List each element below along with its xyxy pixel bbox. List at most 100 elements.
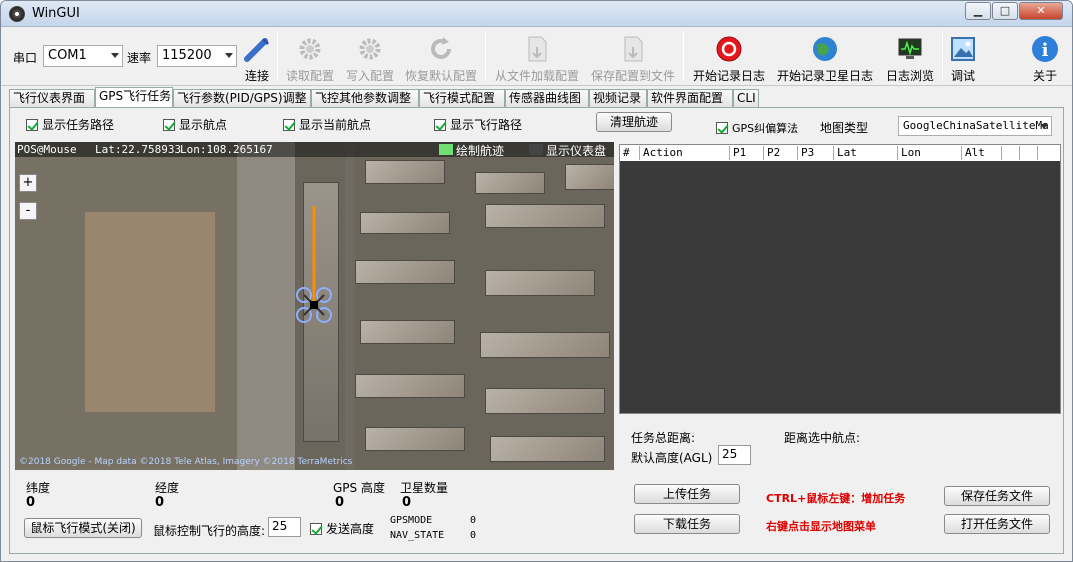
- total-distance-label: 任务总距离:: [631, 431, 696, 445]
- tab-other-params[interactable]: 飞控其他参数调整: [311, 89, 419, 107]
- send-alt-checkbox[interactable]: 发送高度: [310, 520, 374, 537]
- sat-count-value: 0: [402, 495, 412, 510]
- distance-to-wp-label: 距离选中航点:: [784, 431, 861, 445]
- show-mission-path-checkbox[interactable]: 显示任务路径: [26, 116, 114, 133]
- info-icon: i: [1032, 36, 1058, 62]
- port-value: COM1: [48, 48, 87, 63]
- baud-select[interactable]: 115200: [157, 45, 237, 67]
- position-bar: POS@Mouse Lat:22.758933 Lon:108.265167 绘…: [15, 142, 614, 159]
- checkbox-icon: [26, 119, 38, 131]
- show-current-wp-checkbox[interactable]: 显示当前航点: [283, 116, 371, 133]
- map-building: [360, 212, 450, 234]
- table-header: # Action P1 P2 P3 Lat Lon Alt: [620, 145, 1060, 161]
- default-alt-input[interactable]: 25: [718, 445, 751, 465]
- navstate-label: NAV_STATE: [390, 530, 445, 541]
- satellite-map[interactable]: POS@Mouse Lat:22.758933 Lon:108.265167 绘…: [15, 142, 614, 470]
- save-to-file-button[interactable]: 保存配置到文件: [587, 32, 679, 84]
- col-p2: P2: [764, 146, 798, 160]
- checkbox-icon: [163, 119, 175, 131]
- tab-gps-mission[interactable]: GPS飞行任务: [95, 87, 173, 108]
- baud-label: 速率: [127, 51, 152, 65]
- draw-track-label[interactable]: 绘制航迹: [456, 142, 504, 159]
- map-building: [365, 160, 445, 184]
- gear-icon: [359, 38, 381, 60]
- separator: [942, 31, 943, 81]
- start-log-button[interactable]: 开始记录日志: [689, 32, 769, 84]
- maximize-button[interactable]: □: [992, 2, 1018, 20]
- read-config-button[interactable]: 读取配置: [281, 32, 339, 84]
- draw-track-indicator[interactable]: [439, 144, 453, 155]
- gps-alt-value: 0: [335, 495, 345, 510]
- picture-icon: [951, 37, 975, 61]
- monitor-icon: [898, 38, 922, 59]
- show-instruments-label[interactable]: 显示仪表盘: [546, 142, 606, 159]
- map-building: [360, 320, 455, 344]
- separator: [683, 31, 684, 81]
- mouse-flight-mode-button[interactable]: 鼠标飞行模式(关闭): [24, 518, 142, 538]
- restore-default-button[interactable]: 恢复默认配置: [401, 32, 481, 84]
- port-label: 串口: [13, 51, 38, 65]
- upload-mission-button[interactable]: 上传任务: [634, 484, 740, 504]
- about-button[interactable]: i 关于: [1027, 32, 1063, 84]
- load-from-file-button[interactable]: 从文件加载配置: [491, 32, 583, 84]
- tab-ui-config[interactable]: 软件界面配置: [647, 89, 733, 107]
- navstate-value: 0: [470, 530, 477, 541]
- lat-label: 纬度: [26, 481, 51, 495]
- gps-mission-panel: 显示任务路径 显示航点 显示当前航点 显示飞行路径 清理航迹 GPS纠偏算法 地…: [9, 107, 1064, 554]
- mouse-alt-input[interactable]: 25: [268, 517, 301, 537]
- connect-button[interactable]: 连接: [239, 32, 275, 84]
- col-lon: Lon: [898, 146, 962, 160]
- main-window: WinGUI ▁ □ ✕ 串口 COM1 速率 115200 连接 读取配置 写…: [0, 0, 1073, 562]
- hint-map-menu: 右键点击显示地图菜单: [766, 520, 876, 533]
- map-building: [565, 164, 614, 190]
- col-index: #: [620, 146, 640, 160]
- debug-button[interactable]: 调试: [945, 32, 981, 84]
- tab-video-record[interactable]: 视频记录: [589, 89, 647, 107]
- map-building: [485, 204, 605, 228]
- log-browse-button[interactable]: 日志浏览: [881, 32, 939, 84]
- lat-value: 0: [26, 495, 36, 510]
- show-flight-path-checkbox[interactable]: 显示飞行路径: [434, 116, 522, 133]
- zoom-in-button[interactable]: +: [19, 174, 37, 192]
- show-instruments-indicator[interactable]: [529, 144, 543, 155]
- chevron-down-icon: [1040, 124, 1048, 129]
- save-mission-file-button[interactable]: 保存任务文件: [944, 486, 1050, 506]
- write-config-button[interactable]: 写入配置: [341, 32, 399, 84]
- map-building: [365, 427, 465, 451]
- checkbox-icon: [434, 119, 446, 131]
- map-bare-lot: [85, 212, 215, 412]
- open-mission-file-button[interactable]: 打开任务文件: [944, 514, 1050, 534]
- gps-correction-checkbox[interactable]: GPS纠偏算法: [716, 120, 798, 136]
- tab-pid-gps[interactable]: 飞行参数(PID/GPS)调整: [173, 89, 311, 107]
- checkbox-icon: [716, 122, 728, 134]
- show-waypoints-checkbox[interactable]: 显示航点: [163, 116, 227, 133]
- port-select[interactable]: COM1: [43, 45, 123, 67]
- baud-value: 115200: [162, 48, 212, 63]
- map-building: [475, 172, 545, 194]
- app-icon: [9, 6, 25, 22]
- title-bar: WinGUI ▁ □ ✕: [1, 1, 1072, 27]
- window-title: WinGUI: [32, 6, 80, 21]
- globe-icon: [813, 37, 837, 61]
- map-type-select[interactable]: GoogleChinaSatelliteMa: [898, 116, 1052, 136]
- close-button[interactable]: ✕: [1019, 2, 1063, 20]
- tab-sensor-graph[interactable]: 传感器曲线图: [505, 89, 589, 107]
- checkbox-icon: [283, 119, 295, 131]
- svg-text:i: i: [1042, 40, 1049, 61]
- sat-count-label: 卫星数量: [400, 481, 449, 495]
- download-mission-button[interactable]: 下载任务: [634, 514, 740, 534]
- map-road: [237, 142, 295, 470]
- tab-cli[interactable]: CLI: [733, 89, 759, 107]
- checkbox-icon: [310, 523, 322, 535]
- waypoint-table[interactable]: # Action P1 P2 P3 Lat Lon Alt: [619, 144, 1061, 414]
- col-alt: Alt: [962, 146, 1002, 160]
- start-sat-log-button[interactable]: 开始记录卫星日志: [773, 32, 877, 84]
- map-building: [355, 260, 455, 284]
- lon-value: 0: [155, 495, 165, 510]
- zoom-out-button[interactable]: -: [19, 202, 37, 220]
- minimize-button[interactable]: ▁: [965, 2, 991, 20]
- tab-flight-modes[interactable]: 飞行模式配置: [419, 89, 505, 107]
- clear-track-button[interactable]: 清理航迹: [596, 112, 672, 132]
- map-building: [480, 332, 610, 358]
- tab-flight-instruments[interactable]: 飞行仪表界面: [9, 89, 95, 107]
